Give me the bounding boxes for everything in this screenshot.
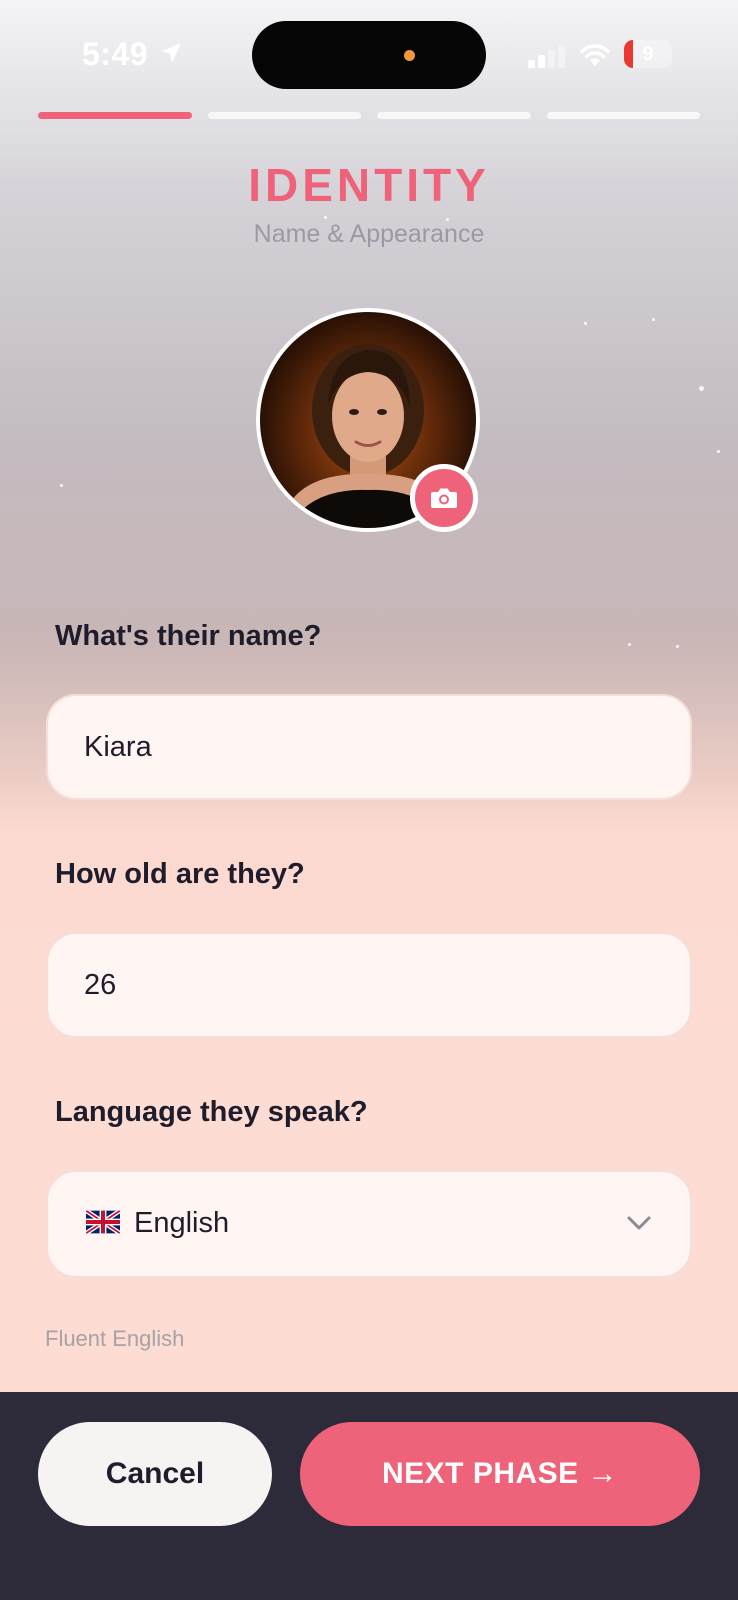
language-helper-text: Fluent English	[45, 1326, 185, 1351]
language-label: Language they speak?	[55, 1096, 368, 1128]
progress-segment-2	[207, 112, 361, 119]
next-phase-button[interactable]: NEXT PHASE →	[300, 1422, 700, 1526]
age-value: 26	[84, 969, 117, 1001]
name-input[interactable]: Kiara	[46, 694, 692, 800]
sparkle	[717, 450, 720, 453]
sparkle	[584, 322, 587, 325]
battery-level: 9	[642, 43, 654, 65]
dynamic-island	[252, 21, 486, 89]
language-select[interactable]: English	[46, 1170, 692, 1278]
chevron-down-icon	[627, 1216, 651, 1230]
status-bar: 5:49 9	[0, 0, 738, 110]
progress-segment-3	[377, 112, 531, 119]
age-input[interactable]: 26	[46, 932, 692, 1038]
age-label: How old are they?	[55, 858, 305, 890]
page-title: IDENTITY	[248, 159, 490, 211]
change-photo-button[interactable]	[410, 464, 478, 532]
recording-indicator	[404, 50, 415, 61]
cellular-signal-icon	[528, 44, 568, 68]
wifi-icon	[580, 44, 610, 66]
progress-segment-4	[546, 112, 700, 119]
sparkle	[324, 216, 327, 219]
language-value: English	[134, 1207, 230, 1239]
location-arrow-icon	[161, 43, 181, 63]
sparkle	[60, 484, 63, 487]
sparkle	[652, 318, 655, 321]
camera-icon	[431, 488, 457, 508]
cancel-button[interactable]: Cancel	[38, 1422, 272, 1526]
progress-segment-1	[38, 112, 192, 119]
bottom-action-bar: Cancel NEXT PHASE →	[0, 1392, 738, 1600]
battery-indicator: 9	[624, 40, 672, 68]
sparkle	[628, 643, 631, 646]
status-time: 5:49	[82, 36, 149, 72]
step-progress	[38, 112, 700, 120]
name-label: What's their name?	[55, 620, 322, 652]
name-value: Kiara	[84, 731, 152, 763]
sparkle	[699, 386, 704, 391]
sparkle	[676, 645, 679, 648]
page-subtitle: Name & Appearance	[253, 220, 485, 248]
uk-flag-icon	[86, 1210, 120, 1234]
